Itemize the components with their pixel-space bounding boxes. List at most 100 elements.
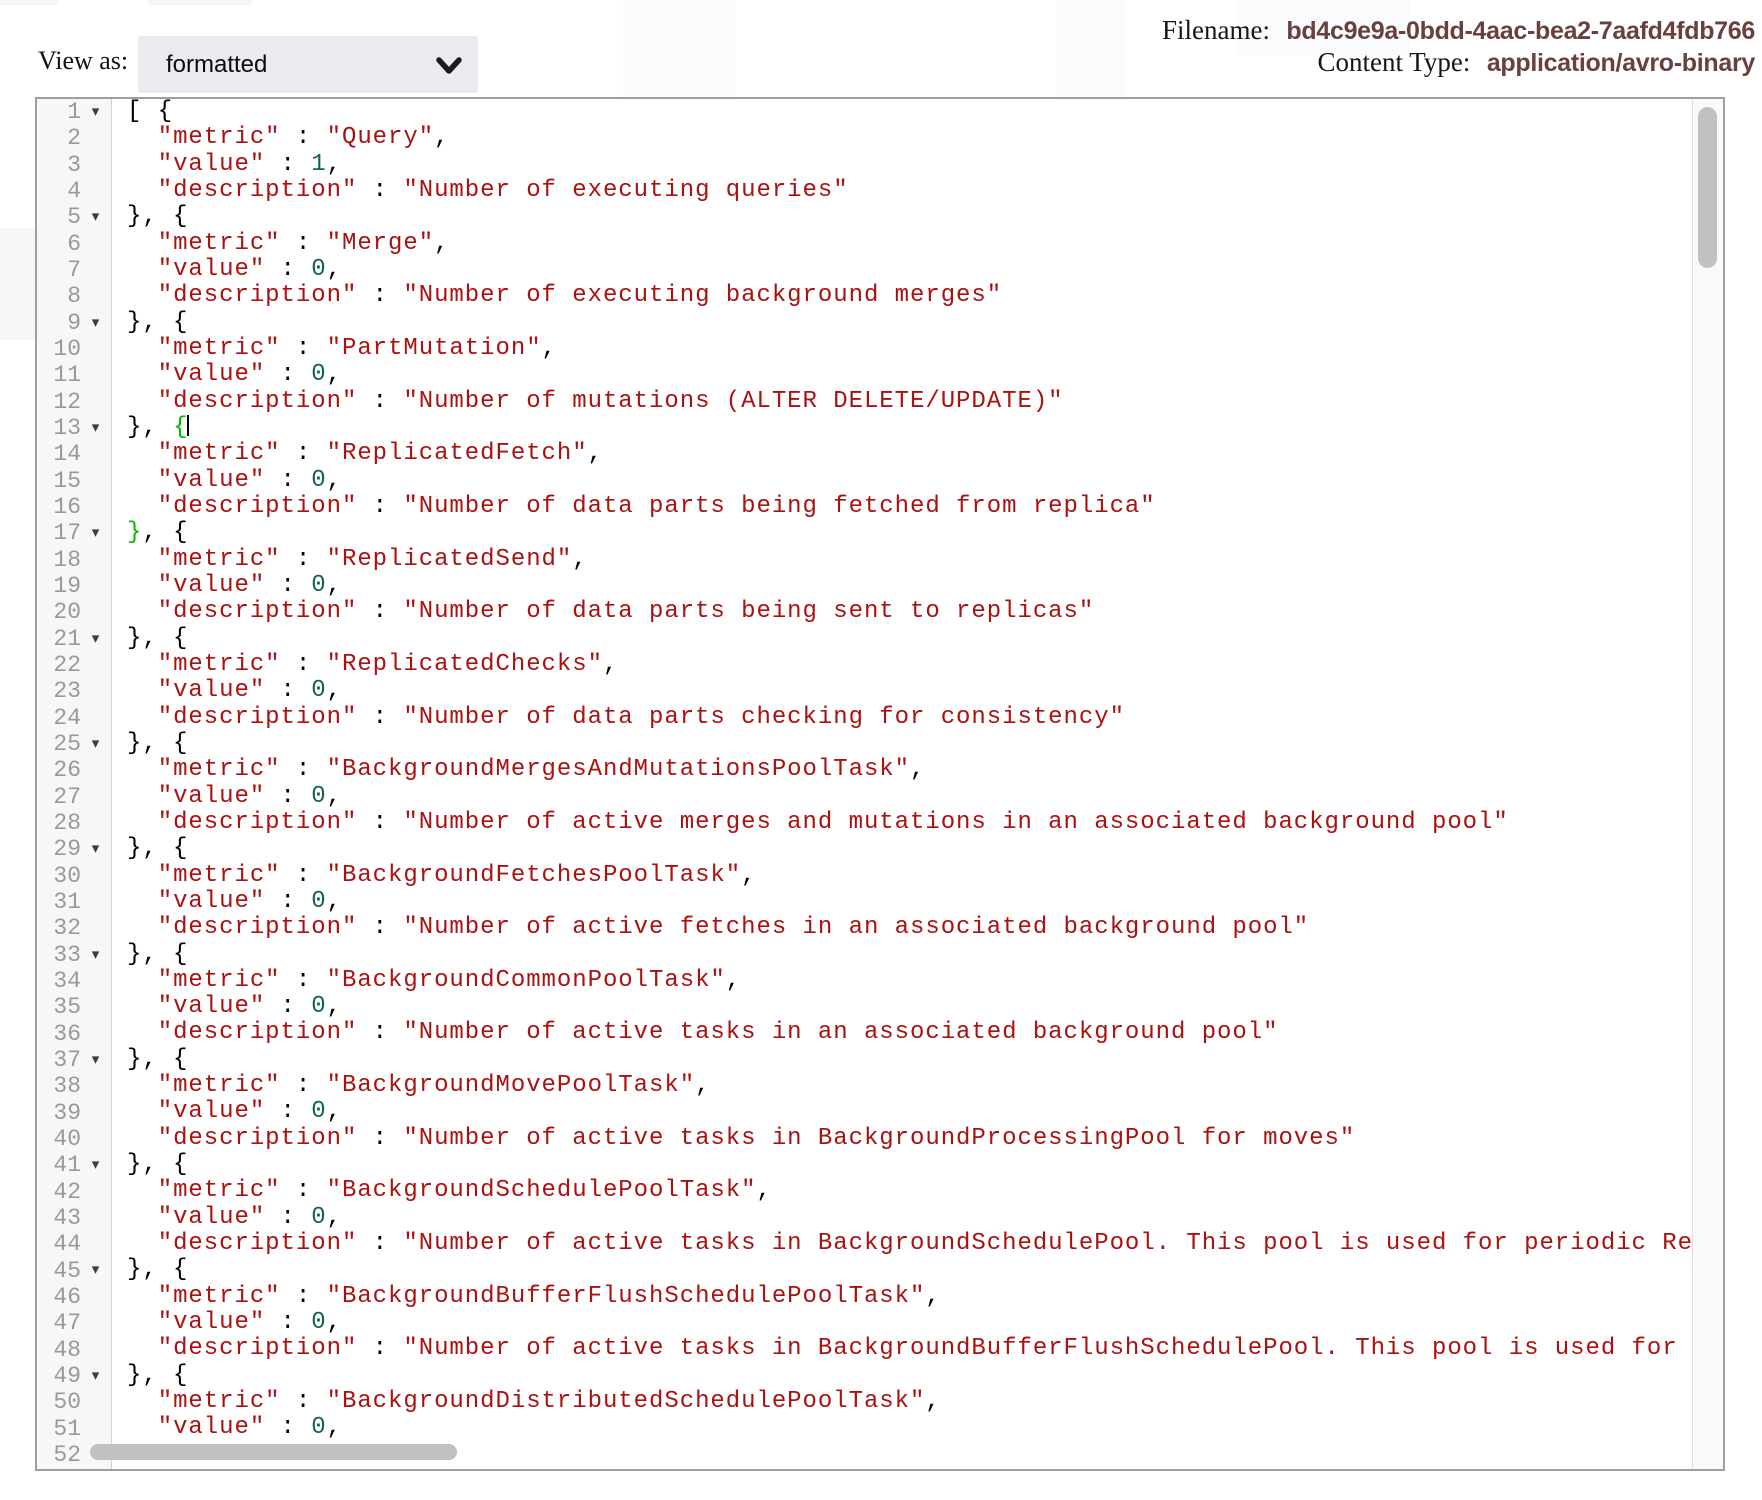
code-line[interactable]: }, { — [112, 942, 1691, 968]
token-string: "description" — [158, 704, 358, 731]
fold-marker-icon[interactable]: ▾ — [81, 415, 110, 441]
code-line[interactable]: "value" : 0, — [112, 994, 1691, 1020]
token-punctuation: }, { — [127, 1256, 188, 1283]
fold-marker-icon[interactable]: ▾ — [81, 942, 110, 968]
gutter-line: 36 — [37, 1020, 111, 1046]
token-punctuation — [127, 993, 158, 1020]
fold-marker-icon[interactable]: ▾ — [81, 520, 110, 546]
code-line[interactable]: "value" : 0, — [112, 257, 1691, 283]
code-line[interactable]: "value" : 0, — [112, 1310, 1691, 1336]
code-line[interactable]: "value" : 0, — [112, 468, 1691, 494]
gutter-line: 26 — [37, 757, 111, 783]
code-line[interactable]: }, { — [112, 310, 1691, 336]
fold-marker-icon[interactable]: ▾ — [81, 731, 110, 757]
gutter-line: 24 — [37, 705, 111, 731]
gutter-line: 51 — [37, 1415, 111, 1441]
code-line[interactable]: "value" : 0, — [112, 573, 1691, 599]
fold-marker-icon[interactable]: ▾ — [81, 1047, 110, 1073]
code-line[interactable]: "description" : "Number of active tasks … — [112, 1126, 1691, 1152]
token-string: "value" — [158, 1414, 265, 1441]
line-number: 19 — [37, 573, 81, 599]
code-line[interactable]: }, { — [112, 1047, 1691, 1073]
code-line[interactable]: "metric" : "Query", — [112, 125, 1691, 151]
code-line[interactable]: "description" : "Number of active tasks … — [112, 1020, 1691, 1046]
code-line[interactable]: "description" : "Number of mutations (AL… — [112, 389, 1691, 415]
fold-marker-icon[interactable]: ▾ — [81, 1363, 110, 1389]
code-line[interactable]: "value" : 0, — [112, 889, 1691, 915]
gutter-line: 16 — [37, 494, 111, 520]
code-line[interactable]: "metric" : "PartMutation", — [112, 336, 1691, 362]
fold-marker-icon[interactable]: ▾ — [81, 204, 110, 230]
code-line[interactable]: }, { — [112, 731, 1691, 757]
code-line[interactable]: "metric" : "BackgroundBufferFlushSchedul… — [112, 1284, 1691, 1310]
line-number: 2 — [37, 125, 81, 151]
code-line[interactable]: "metric" : "BackgroundMovePoolTask", — [112, 1073, 1691, 1099]
vertical-scrollbar-track[interactable] — [1692, 99, 1723, 1469]
code-line[interactable]: "metric" : "Merge", — [112, 231, 1691, 257]
line-number: 50 — [37, 1389, 81, 1415]
code-line[interactable]: "description" : "Number of active tasks … — [112, 1231, 1691, 1257]
token-string: "BackgroundFetchesPoolTask" — [327, 862, 742, 889]
fold-marker-icon[interactable]: ▾ — [81, 1257, 110, 1283]
view-as-select[interactable]: formatted — [138, 36, 478, 93]
fold-marker-icon[interactable]: ▾ — [81, 836, 110, 862]
filename-value: bd4c9e9a-0bdd-4aac-bea2-7aafd4fdb766 — [1286, 17, 1755, 45]
fold-marker-icon[interactable]: ▾ — [81, 310, 110, 336]
code-line[interactable]: "metric" : "BackgroundDistributedSchedul… — [112, 1389, 1691, 1415]
token-string: "description" — [158, 809, 358, 836]
code-line[interactable]: }, { — [112, 836, 1691, 862]
code-line[interactable]: }, { — [112, 204, 1691, 230]
code-line[interactable]: "metric" : "ReplicatedFetch", — [112, 441, 1691, 467]
fold-marker-icon[interactable]: ▾ — [81, 626, 110, 652]
code-line[interactable]: "description" : "Number of active tasks … — [112, 1336, 1691, 1362]
code-line[interactable]: "metric" : "BackgroundSchedulePoolTask", — [112, 1178, 1691, 1204]
code-line[interactable]: "metric" : "BackgroundCommonPoolTask", — [112, 968, 1691, 994]
code-line[interactable]: }, { — [112, 1257, 1691, 1283]
code-line[interactable]: "metric" : "BackgroundFetchesPoolTask", — [112, 863, 1691, 889]
background-artifact — [623, 0, 735, 97]
code-line[interactable]: }, { — [112, 520, 1691, 546]
gutter-line: 50 — [37, 1389, 111, 1415]
token-punctuation: , — [327, 361, 342, 388]
code-line[interactable]: "metric" : "BackgroundMergesAndMutations… — [112, 757, 1691, 783]
code-line[interactable]: "value" : 0, — [112, 784, 1691, 810]
code-line[interactable]: }, { — [112, 1363, 1691, 1389]
gutter-line: 22 — [37, 652, 111, 678]
code-line[interactable]: [ { — [112, 99, 1691, 125]
code-line[interactable]: "description" : "Number of executing que… — [112, 178, 1691, 204]
token-punctuation: : — [265, 1098, 311, 1125]
horizontal-scrollbar-thumb[interactable] — [90, 1444, 457, 1460]
token-string: "Merge" — [327, 230, 434, 257]
json-code-editor[interactable]: 1▾2345▾6789▾10111213▾14151617▾18192021▾2… — [35, 97, 1725, 1471]
line-number: 39 — [37, 1100, 81, 1126]
line-number: 5 — [37, 204, 81, 230]
fold-marker-icon[interactable]: ▾ — [81, 99, 110, 125]
code-line[interactable]: "value" : 1, — [112, 152, 1691, 178]
code-line[interactable]: "description" : "Number of active fetche… — [112, 915, 1691, 941]
code-line[interactable]: "description" : "Number of data parts be… — [112, 599, 1691, 625]
code-line[interactable]: "description" : "Number of active merges… — [112, 810, 1691, 836]
fold-marker-icon[interactable]: ▾ — [81, 1152, 110, 1178]
code-line[interactable]: "value" : 0, — [112, 1415, 1691, 1441]
vertical-scrollbar-thumb[interactable] — [1698, 107, 1717, 268]
editor-lines[interactable]: [ { "metric" : "Query", "value" : 1, "de… — [112, 99, 1691, 1469]
token-punctuation: : — [357, 177, 403, 204]
code-line[interactable]: "metric" : "ReplicatedChecks", — [112, 652, 1691, 678]
code-line[interactable]: }, { — [112, 1152, 1691, 1178]
code-line[interactable]: "value" : 0, — [112, 678, 1691, 704]
line-number: 26 — [37, 757, 81, 783]
line-number: 7 — [37, 257, 81, 283]
code-line[interactable]: "description" : "Number of data parts be… — [112, 494, 1691, 520]
code-line[interactable]: "value" : 0, — [112, 1099, 1691, 1125]
background-artifact — [0, 0, 58, 5]
code-line[interactable]: "value" : 0, — [112, 362, 1691, 388]
code-line[interactable]: "description" : "Number of data parts ch… — [112, 705, 1691, 731]
line-number: 14 — [37, 441, 81, 467]
code-line[interactable]: "description" : "Number of executing bac… — [112, 283, 1691, 309]
code-line[interactable]: }, { — [112, 626, 1691, 652]
code-line[interactable]: "value" : 0, — [112, 1205, 1691, 1231]
line-number: 31 — [37, 889, 81, 915]
code-line[interactable]: }, { — [112, 415, 1691, 441]
line-number: 29 — [37, 836, 81, 862]
code-line[interactable]: "metric" : "ReplicatedSend", — [112, 547, 1691, 573]
